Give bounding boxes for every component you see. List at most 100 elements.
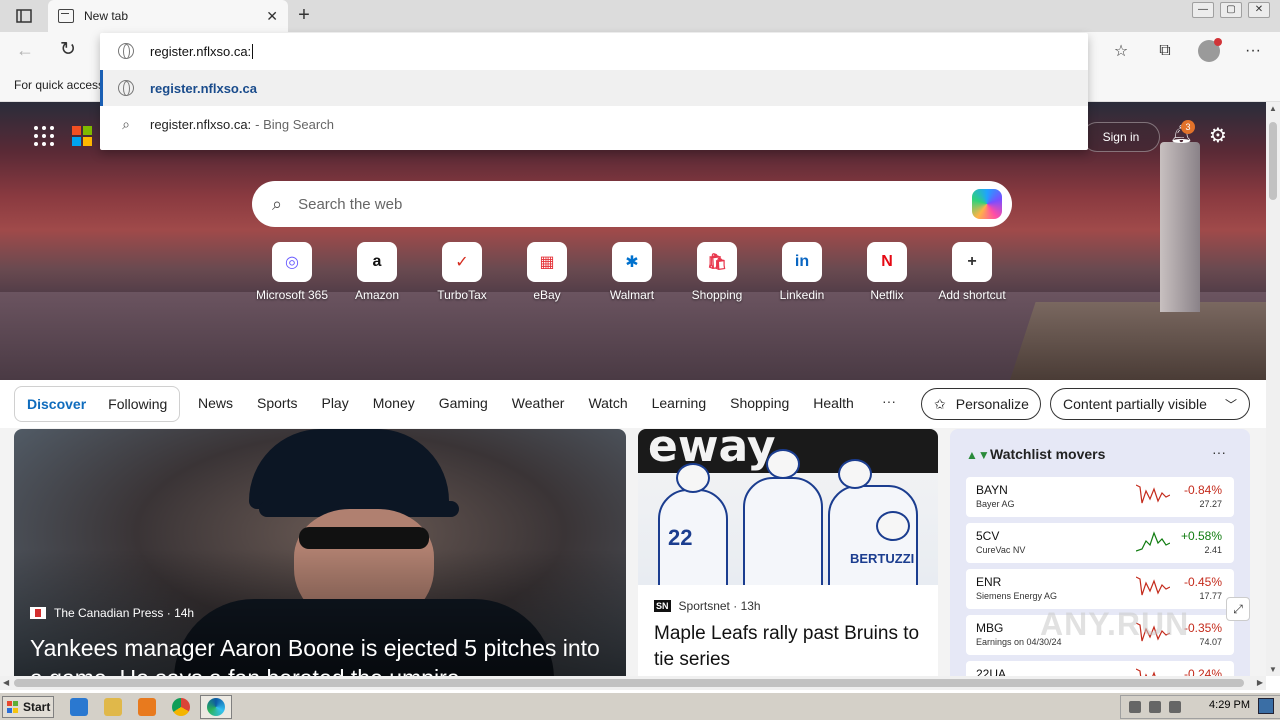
globe-icon	[118, 80, 134, 96]
category-money[interactable]: Money	[373, 395, 415, 411]
refresh-icon[interactable]: ↻	[60, 38, 76, 61]
watchlist-more-button[interactable]: ···	[1212, 444, 1226, 460]
scroll-up-icon[interactable]: ▲	[1269, 104, 1277, 113]
category-news[interactable]: News	[198, 395, 233, 411]
background-windmill	[1160, 142, 1200, 312]
show-desktop-icon[interactable]	[1258, 698, 1274, 714]
system-tray	[1120, 695, 1280, 719]
profile-avatar[interactable]	[1198, 38, 1222, 62]
tab-actions-button[interactable]	[10, 6, 38, 26]
story-age: 13h	[740, 599, 761, 613]
taskbar-clock[interactable]: 4:29 PM	[1209, 699, 1250, 711]
settings-more-icon[interactable]: ···	[1242, 42, 1264, 60]
speaker-icon[interactable]	[1129, 701, 1141, 713]
secondary-story-card[interactable]: eway 22 BERTUZZI SN Sportsnet · 13h Mapl…	[638, 429, 938, 676]
sign-in-button[interactable]: Sign in	[1082, 122, 1160, 152]
suggestion-search[interactable]: ⌕ register.nflxso.ca: - Bing Search	[100, 106, 1088, 142]
watchlist-row[interactable]: 5CV CureVac NV +0.58% 2.41	[966, 523, 1234, 563]
scroll-right-icon[interactable]: ▶	[1257, 678, 1263, 687]
address-bar-input[interactable]: register.nflxso.ca:	[100, 33, 1088, 69]
shortcut-linkedin[interactable]: in Linkedin	[762, 242, 842, 302]
category-play[interactable]: Play	[321, 395, 348, 411]
file-explorer-icon[interactable]	[104, 698, 122, 716]
shortcut-walmart[interactable]: ✱ Walmart	[592, 242, 672, 302]
minimize-button[interactable]: —	[1192, 2, 1214, 18]
shortcut-microsoft-365[interactable]: ◎ Microsoft 365	[252, 242, 332, 302]
collections-icon[interactable]: ⧉	[1154, 42, 1176, 60]
category-shopping[interactable]: Shopping	[730, 395, 789, 411]
tab-discover[interactable]: Discover	[27, 396, 86, 412]
story-headline[interactable]: Maple Leafs rally past Bruins to tie ser…	[654, 621, 924, 673]
stock-symbol: 5CV	[976, 529, 1000, 543]
stock-name: CureVac NV	[976, 545, 1026, 555]
scroll-down-icon[interactable]: ▼	[1269, 665, 1277, 674]
more-categories-button[interactable]: ···	[882, 393, 896, 409]
content-visibility-dropdown[interactable]: Content partially visible ﹀	[1050, 388, 1250, 420]
shortcut-label: Add shortcut	[938, 288, 1006, 302]
horizontal-scrollbar[interactable]: ◀ ▶	[0, 676, 1266, 690]
taskbar-edge-button[interactable]	[200, 695, 232, 719]
shortcut-add-shortcut[interactable]: + Add shortcut	[932, 242, 1012, 302]
flag-icon[interactable]	[1169, 701, 1181, 713]
photo-helmet	[876, 511, 910, 541]
address-bar-value[interactable]: register.nflxso.ca:	[150, 44, 251, 59]
personalize-button[interactable]: ✩ Personalize	[921, 388, 1041, 420]
walmart-icon: ✱	[612, 242, 652, 282]
expand-icon[interactable]: ⤢	[1226, 597, 1250, 621]
scroll-left-icon[interactable]: ◀	[3, 678, 9, 687]
watchlist-row[interactable]: ENR Siemens Energy AG -0.45% 17.77	[966, 569, 1234, 609]
media-player-icon[interactable]	[138, 698, 156, 716]
shortcut-turbotax[interactable]: ✓ TurboTax	[422, 242, 502, 302]
shortcut-amazon[interactable]: a Amazon	[337, 242, 417, 302]
sportsnet-logo-icon: SN	[654, 600, 671, 612]
network-icon[interactable]	[1149, 701, 1161, 713]
category-weather[interactable]: Weather	[512, 395, 565, 411]
story-source: SN Sportsnet · 13h	[654, 599, 761, 613]
start-label: Start	[23, 700, 51, 714]
chrome-icon[interactable]	[172, 698, 190, 716]
category-health[interactable]: Health	[813, 395, 853, 411]
windows-logo-icon	[7, 701, 19, 713]
watchlist-row[interactable]: 22UA -0.24%	[966, 661, 1234, 676]
favorites-star-icon[interactable]: ☆	[1110, 41, 1132, 61]
tab-close-icon[interactable]: ✕	[266, 8, 278, 25]
vertical-scroll-thumb[interactable]	[1269, 122, 1277, 200]
quick-links: ◎ Microsoft 365 a Amazon ✓ TurboTax ▦ eBay ✱ Walm…	[252, 242, 1012, 308]
category-gaming[interactable]: Gaming	[439, 395, 488, 411]
back-arrow-icon[interactable]: ←	[16, 40, 34, 61]
new-tab-button[interactable]: +	[292, 4, 316, 28]
stock-price: 2.41	[1204, 545, 1222, 555]
suggestion-url[interactable]: register.nflxso.ca	[100, 70, 1088, 106]
category-learning[interactable]: Learning	[652, 395, 707, 411]
stock-name: Siemens Energy AG	[976, 591, 1058, 601]
horizontal-scroll-thumb[interactable]	[14, 679, 1244, 687]
shortcut-label: Amazon	[354, 288, 400, 302]
microsoft-logo-icon[interactable]	[72, 126, 92, 146]
start-button[interactable]: Start	[2, 696, 54, 718]
tab-new-tab[interactable]: New tab ✕	[48, 0, 288, 32]
shortcut-ebay[interactable]: ▦ eBay	[507, 242, 587, 302]
story-headline[interactable]: Yankees manager Aaron Boone is ejected 5…	[30, 633, 610, 676]
gear-icon[interactable]: ⚙	[1209, 123, 1227, 148]
story-source: The Canadian Press · 14h	[30, 606, 194, 620]
watchlist-row[interactable]: BAYN Bayer AG -0.84% 27.27	[966, 477, 1234, 517]
shortcut-shopping[interactable]: 🛍 Shopping	[677, 242, 757, 302]
stock-symbol: BAYN	[976, 483, 1008, 497]
netflix-icon: N	[867, 242, 907, 282]
stock-price: 27.27	[1199, 499, 1222, 509]
shortcut-netflix[interactable]: N Netflix	[847, 242, 927, 302]
personalize-label: Personalize	[955, 396, 1029, 412]
tab-title: New tab	[84, 9, 129, 23]
tab-actions-icon	[16, 9, 32, 23]
internet-explorer-icon[interactable]	[70, 698, 88, 716]
category-watch[interactable]: Watch	[588, 395, 627, 411]
copilot-icon[interactable]	[972, 189, 1002, 219]
close-window-button[interactable]: ✕	[1248, 2, 1270, 18]
category-sports[interactable]: Sports	[257, 395, 297, 411]
apps-launcher-icon[interactable]	[34, 126, 54, 146]
vertical-scrollbar[interactable]: ▲ ▼	[1266, 102, 1280, 676]
main-story-card[interactable]: The Canadian Press · 14h Yankees manager…	[14, 429, 626, 676]
tab-following[interactable]: Following	[108, 396, 167, 412]
web-search-box[interactable]: ⌕ Search the web	[252, 181, 1012, 227]
maximize-button[interactable]: ▢	[1220, 2, 1242, 18]
